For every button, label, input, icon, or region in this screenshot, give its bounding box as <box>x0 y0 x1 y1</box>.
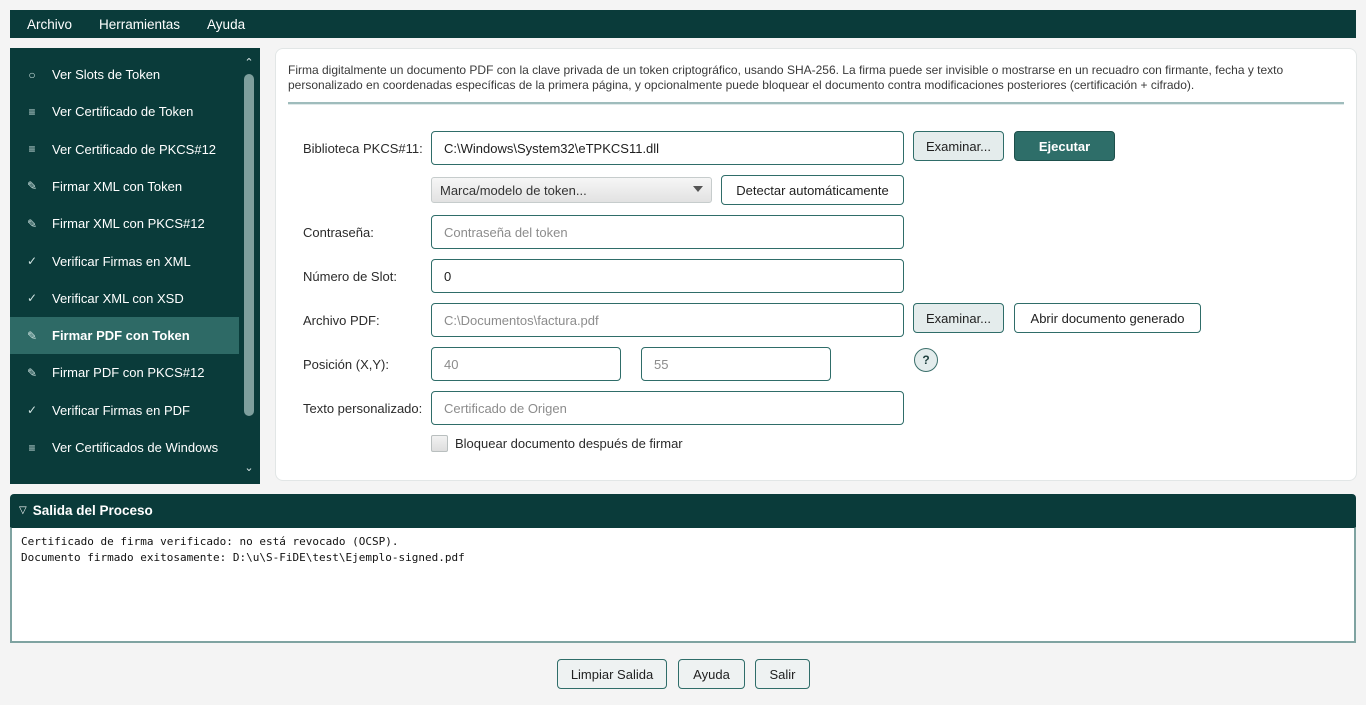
chevron-down-icon <box>693 186 703 192</box>
list-icon: ≡ <box>28 104 36 119</box>
sidebar-item[interactable]: ≡ Ver Certificado de PKCS#12 <box>10 131 239 168</box>
scroll-up-icon[interactable]: ⌃ <box>242 56 256 69</box>
scroll-down-icon[interactable]: ⌄ <box>242 461 256 474</box>
menu-bar: Archivo Herramientas Ayuda <box>10 10 1356 38</box>
list-icon: ≡ <box>28 440 36 455</box>
output-title: Salida del Proceso <box>32 503 153 518</box>
sidebar-scrollbar[interactable]: ⌃ ⌄ <box>242 56 256 476</box>
sidebar-item-label: Verificar Firmas en XML <box>52 253 191 269</box>
collapse-triangle-icon: ▽ <box>19 505 27 516</box>
lock-document-checkbox[interactable] <box>431 435 448 452</box>
output-console[interactable]: Certificado de firma verificado: no está… <box>10 527 1356 643</box>
sidebar-item-label: Firmar PDF con PKCS#12 <box>52 365 205 381</box>
sidebar-item[interactable]: ✓ Verificar Firmas en PDF <box>10 392 239 429</box>
help-icon[interactable]: ? <box>914 348 938 372</box>
sidebar-item-label: Ver Certificados de Windows <box>52 440 219 455</box>
slot-number-input[interactable]: 0 <box>431 259 904 293</box>
sign-icon: ✎ <box>26 216 38 231</box>
pdf-file-input[interactable]: C:\Documentos\factura.pdf <box>431 303 904 337</box>
circle-icon: ○ <box>28 67 36 82</box>
main-panel: Firma digitalmente un documento PDF con … <box>275 48 1357 481</box>
token-model-select[interactable]: Marca/modelo de token... <box>431 177 712 203</box>
sidebar-item[interactable]: ≡ Ver Certificados de Windows <box>10 429 239 466</box>
help-button[interactable]: Ayuda <box>678 659 745 689</box>
sidebar-item-label: Ver Certificado de PKCS#12 <box>52 141 217 157</box>
sidebar-item-label: Ver Certificado de Token <box>52 104 194 120</box>
sidebar-item-label: Firmar PDF con Token <box>52 328 190 344</box>
position-label: Posición (X,Y): <box>303 357 389 372</box>
pdf-file-label: Archivo PDF: <box>303 313 380 328</box>
sidebar-item[interactable]: ○ Ver Slots de Token <box>10 56 239 93</box>
position-y-input[interactable]: 55 <box>641 347 831 381</box>
sidebar-item[interactable]: ✎ Firmar XML con Token <box>10 168 239 205</box>
sidebar-item-label: Firmar XML con PKCS#12 <box>52 216 205 232</box>
clear-output-button[interactable]: Limpiar Salida <box>557 659 667 689</box>
sidebar-item[interactable]: ≡ Ver Certificado de Token <box>10 93 239 130</box>
open-generated-button[interactable]: Abrir documento generado <box>1014 303 1201 333</box>
password-label: Contraseña: <box>303 225 374 240</box>
slot-label: Número de Slot: <box>303 269 397 284</box>
sidebar-item-label: Verificar XML con XSD <box>52 290 184 306</box>
token-model-selected: Marca/modelo de token... <box>440 182 587 198</box>
output-header[interactable]: ▽ Salida del Proceso <box>10 494 1356 527</box>
sidebar: ○ Ver Slots de Token ≡ Ver Certificado de T… <box>10 48 260 484</box>
check-icon: ✓ <box>26 291 38 306</box>
sidebar-item[interactable]: ✎ Firmar PDF con Token <box>10 317 239 355</box>
sign-icon: ✎ <box>26 328 38 343</box>
scrollbar-thumb[interactable] <box>244 74 254 416</box>
sidebar-item[interactable]: ✓ Verificar Firmas en XML <box>10 243 239 280</box>
sidebar-item-label: Ver Slots de Token <box>52 67 161 82</box>
check-icon: ✓ <box>26 403 38 418</box>
pkcs11-path-input[interactable]: C:\Windows\System32\eTPKCS11.dll <box>431 131 904 165</box>
pdf-browse-button[interactable]: Examinar... <box>913 303 1004 333</box>
sign-icon: ✎ <box>26 179 38 194</box>
pkcs11-browse-button[interactable]: Examinar... <box>913 131 1004 161</box>
sign-icon: ✎ <box>26 365 38 380</box>
list-icon: ≡ <box>28 142 36 157</box>
detect-token-button[interactable]: Detectar automáticamente <box>721 175 904 205</box>
menu-herramientas[interactable]: Herramientas <box>89 17 190 32</box>
tool-description: Firma digitalmente un documento PDF con … <box>288 63 1284 92</box>
check-icon: ✓ <box>26 254 38 268</box>
pkcs11-label: Biblioteca PKCS#11: <box>303 141 423 156</box>
exit-button[interactable]: Salir <box>755 659 810 689</box>
sidebar-item-label: Firmar XML con Token <box>52 178 183 194</box>
menu-archivo[interactable]: Archivo <box>17 17 82 32</box>
divider <box>288 102 1344 105</box>
output-line: Certificado de firma verificado: no está… <box>21 535 399 548</box>
position-x-input[interactable]: 40 <box>431 347 621 381</box>
sidebar-item[interactable]: ✓ Verificar XML con XSD <box>10 280 239 317</box>
custom-text-input[interactable]: Certificado de Origen <box>431 391 904 425</box>
lock-document-label: Bloquear documento después de firmar <box>455 436 683 451</box>
run-button[interactable]: Ejecutar <box>1014 131 1115 161</box>
sidebar-item[interactable]: ✎ Firmar PDF con PKCS#12 <box>10 354 239 391</box>
output-line: Documento firmado exitosamente: D:\u\S-F… <box>21 551 465 564</box>
password-input[interactable]: Contraseña del token <box>431 215 904 249</box>
custom-text-label: Texto personalizado: <box>303 401 423 416</box>
menu-ayuda[interactable]: Ayuda <box>197 17 255 32</box>
sidebar-item[interactable]: ✎ Firmar XML con PKCS#12 <box>10 205 239 242</box>
sidebar-item-label: Verificar Firmas en PDF <box>52 402 190 418</box>
